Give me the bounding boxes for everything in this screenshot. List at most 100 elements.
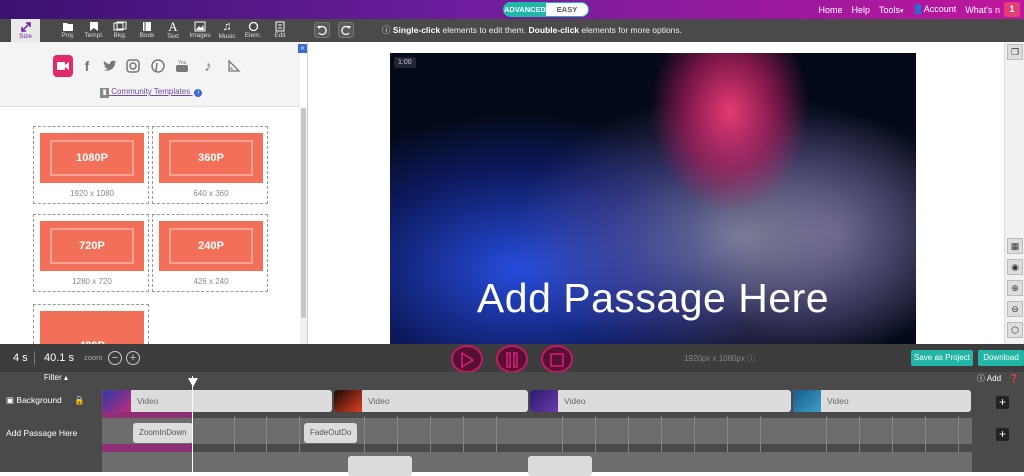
tool-book[interactable]: Book (135, 19, 159, 42)
size-label: 360P (198, 152, 224, 164)
video-clip[interactable]: Video (103, 390, 332, 412)
tool-music[interactable]: ♫ Music (215, 19, 239, 42)
tool-label: Images (189, 32, 211, 39)
tool-size[interactable]: Size (11, 19, 40, 43)
video-stage[interactable]: 1:00 Add Passage Here (390, 53, 916, 344)
tool-label: Size (19, 33, 32, 40)
text-icon: A (168, 19, 178, 34)
animation-clip[interactable] (528, 456, 592, 476)
background-smoke (650, 53, 810, 213)
tool-background[interactable]: Bkg. (108, 19, 132, 42)
community-templates-label: Community Templates (111, 87, 191, 96)
bookmark-icon: ▮ (100, 88, 109, 98)
add-track-button[interactable]: ⓘ Add ❓ (977, 373, 1019, 384)
animation-clip-in[interactable]: ZoomInDown (133, 423, 193, 443)
video-clip[interactable]: Video (334, 390, 528, 412)
add-passage-button[interactable]: + (996, 428, 1009, 441)
size-option-240p[interactable]: 240P 426 x 240 (152, 214, 268, 292)
image-icon (194, 21, 206, 32)
size-option-1080p[interactable]: 1080P 1920 x 1080 (33, 126, 149, 204)
zoom-out-timeline-button[interactable]: − (108, 351, 122, 365)
scrollbar-thumb[interactable] (301, 108, 306, 318)
custom-size-icon[interactable] (226, 56, 242, 76)
youtube-icon[interactable]: You (174, 56, 190, 76)
tool-label: Proj. (61, 32, 75, 39)
passage-lane[interactable] (102, 418, 972, 444)
animation-clip[interactable] (348, 456, 412, 476)
book-icon (143, 22, 151, 31)
tool-label: Edit (274, 32, 286, 39)
collapse-panel-button[interactable]: « (298, 44, 307, 53)
nav-account-label: Account (923, 4, 957, 14)
size-option-360p[interactable]: 360P 640 x 360 (152, 126, 268, 204)
add-label: Add (986, 374, 1002, 383)
mode-easy[interactable]: EASY (546, 3, 588, 16)
tool-text[interactable]: A Text (161, 19, 185, 42)
zoom-label: zoom (84, 353, 103, 362)
duration-badge[interactable]: 1:00 (394, 57, 416, 68)
zoom-in-timeline-button[interactable]: + (126, 351, 140, 365)
tool-images[interactable]: Images (188, 19, 212, 42)
total-time[interactable]: 40.1 s (44, 352, 74, 364)
hint-text-1: elements to edit them. (440, 25, 529, 35)
layers-button[interactable]: ❐ (1007, 44, 1023, 60)
twitter-icon[interactable] (101, 56, 119, 76)
tool-elements[interactable]: Elem. (241, 19, 265, 42)
tool-label: Bkg. (113, 32, 127, 39)
cube-button[interactable]: ⬡ (1007, 322, 1023, 338)
info-icon[interactable]: i (194, 89, 203, 97)
playhead-marker[interactable] (188, 378, 198, 387)
nav-tools-label: Tools (878, 4, 900, 15)
tool-edit[interactable]: Edit (268, 19, 292, 42)
playhead-line[interactable] (192, 376, 193, 472)
nav-account[interactable]: 👤Account (913, 4, 957, 15)
filter-dropdown[interactable]: Filter ▴ (44, 373, 68, 382)
mode-advanced[interactable]: ADVANCED (504, 3, 546, 16)
visibility-button[interactable]: ◉ (1007, 259, 1023, 275)
current-time: 4 s (13, 352, 28, 364)
lock-icon[interactable]: 🔒 (74, 395, 85, 405)
redo-button[interactable] (338, 22, 354, 38)
community-templates-link[interactable]: ▮ Community Templates i (100, 87, 203, 98)
svg-text:You: You (178, 60, 187, 66)
canvas-area: 1:00 Add Passage Here (308, 42, 1004, 344)
save-project-button[interactable]: Save as Project (911, 350, 973, 366)
track-label-background[interactable]: ▣ Background 🔒 (6, 395, 85, 406)
pause-button[interactable] (496, 345, 528, 373)
nav-help[interactable]: Help (851, 5, 870, 15)
nav-tools[interactable]: Tools▾ (879, 5, 904, 15)
nav-home[interactable]: Home (818, 5, 842, 15)
video-clip[interactable]: Video (793, 390, 971, 412)
size-panel: f You ♪ ▮ Community Templates i « 1080P … (0, 42, 308, 352)
grid-button[interactable]: ▦ (1007, 238, 1023, 254)
info-icon[interactable]: ⓘ (747, 354, 755, 363)
download-button[interactable]: Download (978, 350, 1024, 366)
tool-projects[interactable]: Proj. (56, 19, 80, 42)
clip-thumbnail (530, 390, 558, 412)
zoom-in-button[interactable]: ⊕ (1007, 280, 1023, 296)
facebook-icon[interactable]: f (80, 56, 94, 76)
stop-button[interactable] (541, 345, 573, 373)
video-platform-button[interactable] (53, 55, 73, 77)
size-dimensions: 1280 x 720 (72, 277, 112, 286)
size-option-720p[interactable]: 720P 1280 x 720 (33, 214, 149, 292)
size-option-480p[interactable]: 480P (33, 304, 149, 352)
panel-scrollbar[interactable] (300, 108, 307, 344)
notification-badge[interactable]: 1 (1004, 2, 1020, 17)
grid-icon: ▦ (1010, 241, 1020, 251)
undo-button[interactable] (314, 22, 330, 38)
mode-toggle[interactable]: ADVANCED EASY (503, 2, 589, 17)
passage-text[interactable]: Add Passage Here (390, 275, 916, 322)
play-button[interactable] (451, 345, 483, 373)
tiktok-icon[interactable]: ♪ (200, 56, 216, 76)
add-background-button[interactable]: + (996, 396, 1009, 409)
zoom-out-button[interactable]: ⊖ (1007, 301, 1023, 317)
video-clip[interactable]: Video (530, 390, 791, 412)
nav-whats-new[interactable]: What's n (965, 5, 1000, 15)
tool-templates[interactable]: Templ. (82, 19, 106, 42)
help-icon[interactable]: ❓ (1009, 374, 1019, 383)
instagram-icon[interactable] (125, 56, 141, 76)
track-label-passage[interactable]: Add Passage Here (6, 428, 77, 438)
pinterest-icon[interactable] (150, 56, 166, 76)
animation-clip-out[interactable]: FadeOutDo (304, 423, 358, 443)
